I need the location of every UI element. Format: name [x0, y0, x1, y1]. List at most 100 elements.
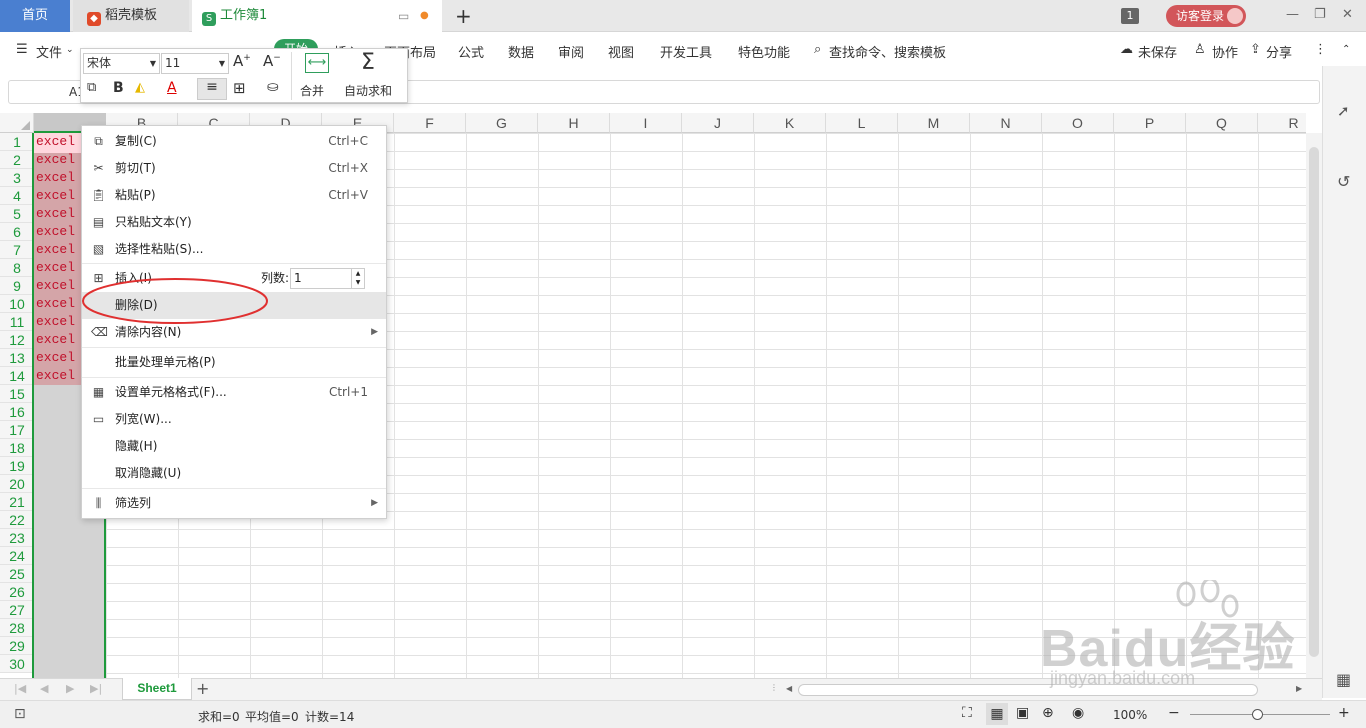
- font-family-select[interactable]: 宋体 ▼: [83, 53, 160, 74]
- decrease-font-icon[interactable]: A−: [263, 52, 281, 70]
- zoom-level[interactable]: 100%: [1113, 708, 1147, 722]
- menu-item-paste-special[interactable]: ▧ 选择性粘贴(S)...: [82, 236, 386, 263]
- increase-font-icon[interactable]: A+: [233, 52, 251, 70]
- cursor-icon[interactable]: ➚: [1337, 102, 1350, 120]
- row-header-4[interactable]: 4: [0, 187, 34, 205]
- menu-item-format-cells[interactable]: ▦ 设置单元格格式(F)... Ctrl+1: [82, 379, 386, 406]
- column-header-L[interactable]: L: [826, 113, 898, 133]
- chevron-down-icon[interactable]: ⌄: [66, 45, 74, 55]
- row-header-16[interactable]: 16: [0, 403, 34, 421]
- column-header-F[interactable]: F: [394, 113, 466, 133]
- sheet-nav-next-icon[interactable]: ▶: [66, 682, 74, 695]
- row-header-20[interactable]: 20: [0, 475, 34, 493]
- row-header-14[interactable]: 14: [0, 367, 34, 385]
- collapse-ribbon-icon[interactable]: ⌃: [1342, 44, 1350, 55]
- row-header-18[interactable]: 18: [0, 439, 34, 457]
- menu-data[interactable]: 数据: [508, 42, 534, 61]
- merge-button[interactable]: 合并: [300, 82, 324, 99]
- row-header-29[interactable]: 29: [0, 637, 34, 655]
- sheet-nav-first-icon[interactable]: |◀: [14, 682, 26, 695]
- row-header-21[interactable]: 21: [0, 493, 34, 511]
- row-header-30[interactable]: 30: [0, 655, 34, 673]
- fill-color-icon[interactable]: ◭: [135, 80, 145, 95]
- macro-icon[interactable]: ⊡: [14, 706, 26, 722]
- format-painter-icon[interactable]: ⛀: [267, 79, 279, 95]
- row-header-9[interactable]: 9: [0, 277, 34, 295]
- wrap-text-icon[interactable]: ⧉: [87, 80, 96, 95]
- row-header-7[interactable]: 7: [0, 241, 34, 259]
- row-header-22[interactable]: 22: [0, 511, 34, 529]
- font-size-select[interactable]: 11 ▼: [161, 53, 229, 74]
- menu-item-cut[interactable]: ✂ 剪切(T) Ctrl+X: [82, 155, 386, 182]
- more-icon[interactable]: ⋮: [1314, 42, 1327, 57]
- column-header-I[interactable]: I: [610, 113, 682, 133]
- column-header-N[interactable]: N: [970, 113, 1042, 133]
- row-header-19[interactable]: 19: [0, 457, 34, 475]
- menu-item-paste-text[interactable]: ▤ 只粘贴文本(Y): [82, 209, 386, 236]
- row-header-27[interactable]: 27: [0, 601, 34, 619]
- stepper-icon[interactable]: ▲ ▼: [351, 269, 364, 288]
- tab-docer-templates[interactable]: ◆ 稻壳模板: [73, 0, 189, 32]
- row-header-12[interactable]: 12: [0, 331, 34, 349]
- menu-item-unhide[interactable]: 取消隐藏(U): [82, 460, 386, 487]
- unsaved-status[interactable]: 未保存: [1138, 42, 1177, 61]
- row-header-6[interactable]: 6: [0, 223, 34, 241]
- autosum-icon[interactable]: Σ: [361, 50, 375, 75]
- sheet-nav-prev-icon[interactable]: ◀: [40, 682, 48, 695]
- column-header-H[interactable]: H: [538, 113, 610, 133]
- column-header-M[interactable]: M: [898, 113, 970, 133]
- backup-icon[interactable]: ↺: [1337, 172, 1350, 191]
- align-center-icon[interactable]: ≡: [197, 78, 227, 100]
- menu-item-batch[interactable]: 批量处理单元格(P): [82, 349, 386, 376]
- menu-file[interactable]: 文件: [36, 42, 62, 61]
- bold-icon[interactable]: B: [113, 80, 124, 96]
- row-header-13[interactable]: 13: [0, 349, 34, 367]
- column-count-input[interactable]: 1 ▲ ▼: [290, 268, 365, 289]
- zoom-in-icon[interactable]: +: [1338, 705, 1350, 721]
- visitor-login-button[interactable]: 访客登录: [1166, 5, 1246, 27]
- tab-home[interactable]: 首页: [0, 0, 70, 32]
- collaborate-button[interactable]: 协作: [1212, 42, 1238, 61]
- search-icon[interactable]: ⌕: [814, 42, 821, 57]
- row-header-28[interactable]: 28: [0, 619, 34, 637]
- new-tab-button[interactable]: +: [455, 4, 472, 28]
- hscroll-left-icon[interactable]: ◀: [786, 684, 792, 693]
- row-header-17[interactable]: 17: [0, 421, 34, 439]
- apps-grid-icon[interactable]: ▦: [1336, 670, 1351, 689]
- add-sheet-button[interactable]: +: [196, 679, 209, 698]
- row-header-15[interactable]: 15: [0, 385, 34, 403]
- row-header-25[interactable]: 25: [0, 565, 34, 583]
- row-header-1[interactable]: 1: [0, 133, 34, 151]
- column-header-R[interactable]: R: [1258, 113, 1306, 133]
- column-header-P[interactable]: P: [1114, 113, 1186, 133]
- row-header-3[interactable]: 3: [0, 169, 34, 187]
- hamburger-icon[interactable]: ☰: [16, 42, 28, 57]
- share-button[interactable]: 分享: [1266, 42, 1292, 61]
- menu-developer[interactable]: 开发工具: [660, 42, 712, 61]
- row-header-5[interactable]: 5: [0, 205, 34, 223]
- row-header-2[interactable]: 2: [0, 151, 34, 169]
- menu-item-column-width[interactable]: ▭ 列宽(W)...: [82, 406, 386, 433]
- select-all-corner[interactable]: [0, 113, 34, 133]
- eye-protection-icon[interactable]: ◉: [1072, 705, 1084, 721]
- fullscreen-icon[interactable]: ⛶: [962, 705, 972, 721]
- zoom-out-icon[interactable]: −: [1168, 705, 1180, 721]
- window-count-badge[interactable]: 1: [1121, 8, 1139, 24]
- close-icon[interactable]: ✕: [1342, 7, 1353, 22]
- sheet-tab-sheet1[interactable]: Sheet1: [122, 678, 192, 700]
- row-header-8[interactable]: 8: [0, 259, 34, 277]
- menu-special[interactable]: 特色功能: [738, 42, 790, 61]
- tab-workbook[interactable]: S 工作簿1 ▭ ●: [192, 0, 442, 32]
- minimize-icon[interactable]: —: [1286, 7, 1299, 22]
- menu-review[interactable]: 审阅: [558, 42, 584, 61]
- column-header-O[interactable]: O: [1042, 113, 1114, 133]
- column-header-G[interactable]: G: [466, 113, 538, 133]
- menu-item-filter-column[interactable]: ⫼ 筛选列 ▶: [82, 490, 386, 517]
- column-header-K[interactable]: K: [754, 113, 826, 133]
- page-view-icon[interactable]: ▣: [1016, 705, 1029, 721]
- monitor-icon[interactable]: ▭: [398, 0, 409, 32]
- row-header-11[interactable]: 11: [0, 313, 34, 331]
- autosum-button[interactable]: 自动求和: [344, 82, 392, 99]
- column-header-Q[interactable]: Q: [1186, 113, 1258, 133]
- column-header-J[interactable]: J: [682, 113, 754, 133]
